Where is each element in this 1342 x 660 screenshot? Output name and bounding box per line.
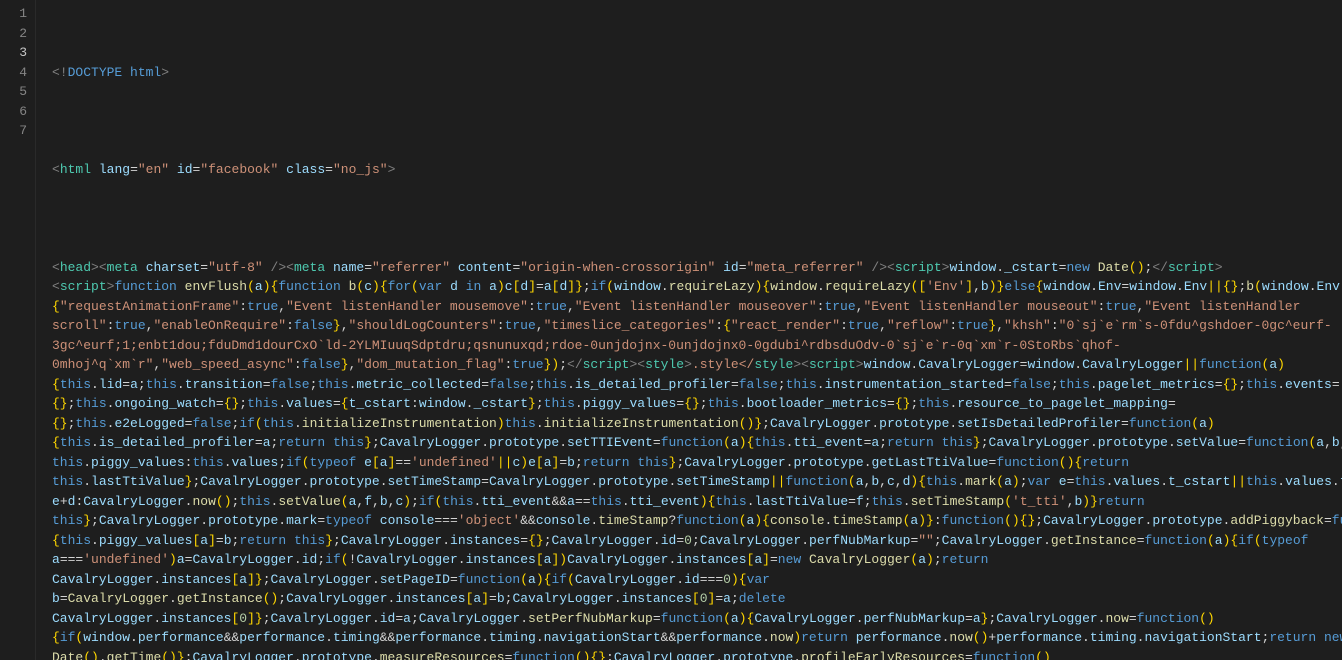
line-number-5: 5 — [0, 82, 35, 102]
code-line-1: <!DOCTYPE html> — [52, 63, 1342, 83]
line-numbers: 1 2 3 4 5 6 7 — [0, 0, 36, 660]
editor-container: 1 2 3 4 5 6 7 <!DOCTYPE html> <html lang… — [0, 0, 1342, 660]
line-number-2: 2 — [0, 24, 35, 44]
line-number-3: 3 — [0, 43, 35, 63]
line-number-1: 1 — [0, 4, 35, 24]
code-line-3: <head><meta charset="utf-8" /><meta name… — [52, 258, 1342, 660]
line-number-7: 7 — [0, 121, 35, 141]
code-content[interactable]: <!DOCTYPE html> <html lang="en" id="face… — [36, 0, 1342, 660]
line-number-4: 4 — [0, 63, 35, 83]
code-line-2: <html lang="en" id="facebook" class="no_… — [52, 160, 1342, 180]
line-number-6: 6 — [0, 102, 35, 122]
